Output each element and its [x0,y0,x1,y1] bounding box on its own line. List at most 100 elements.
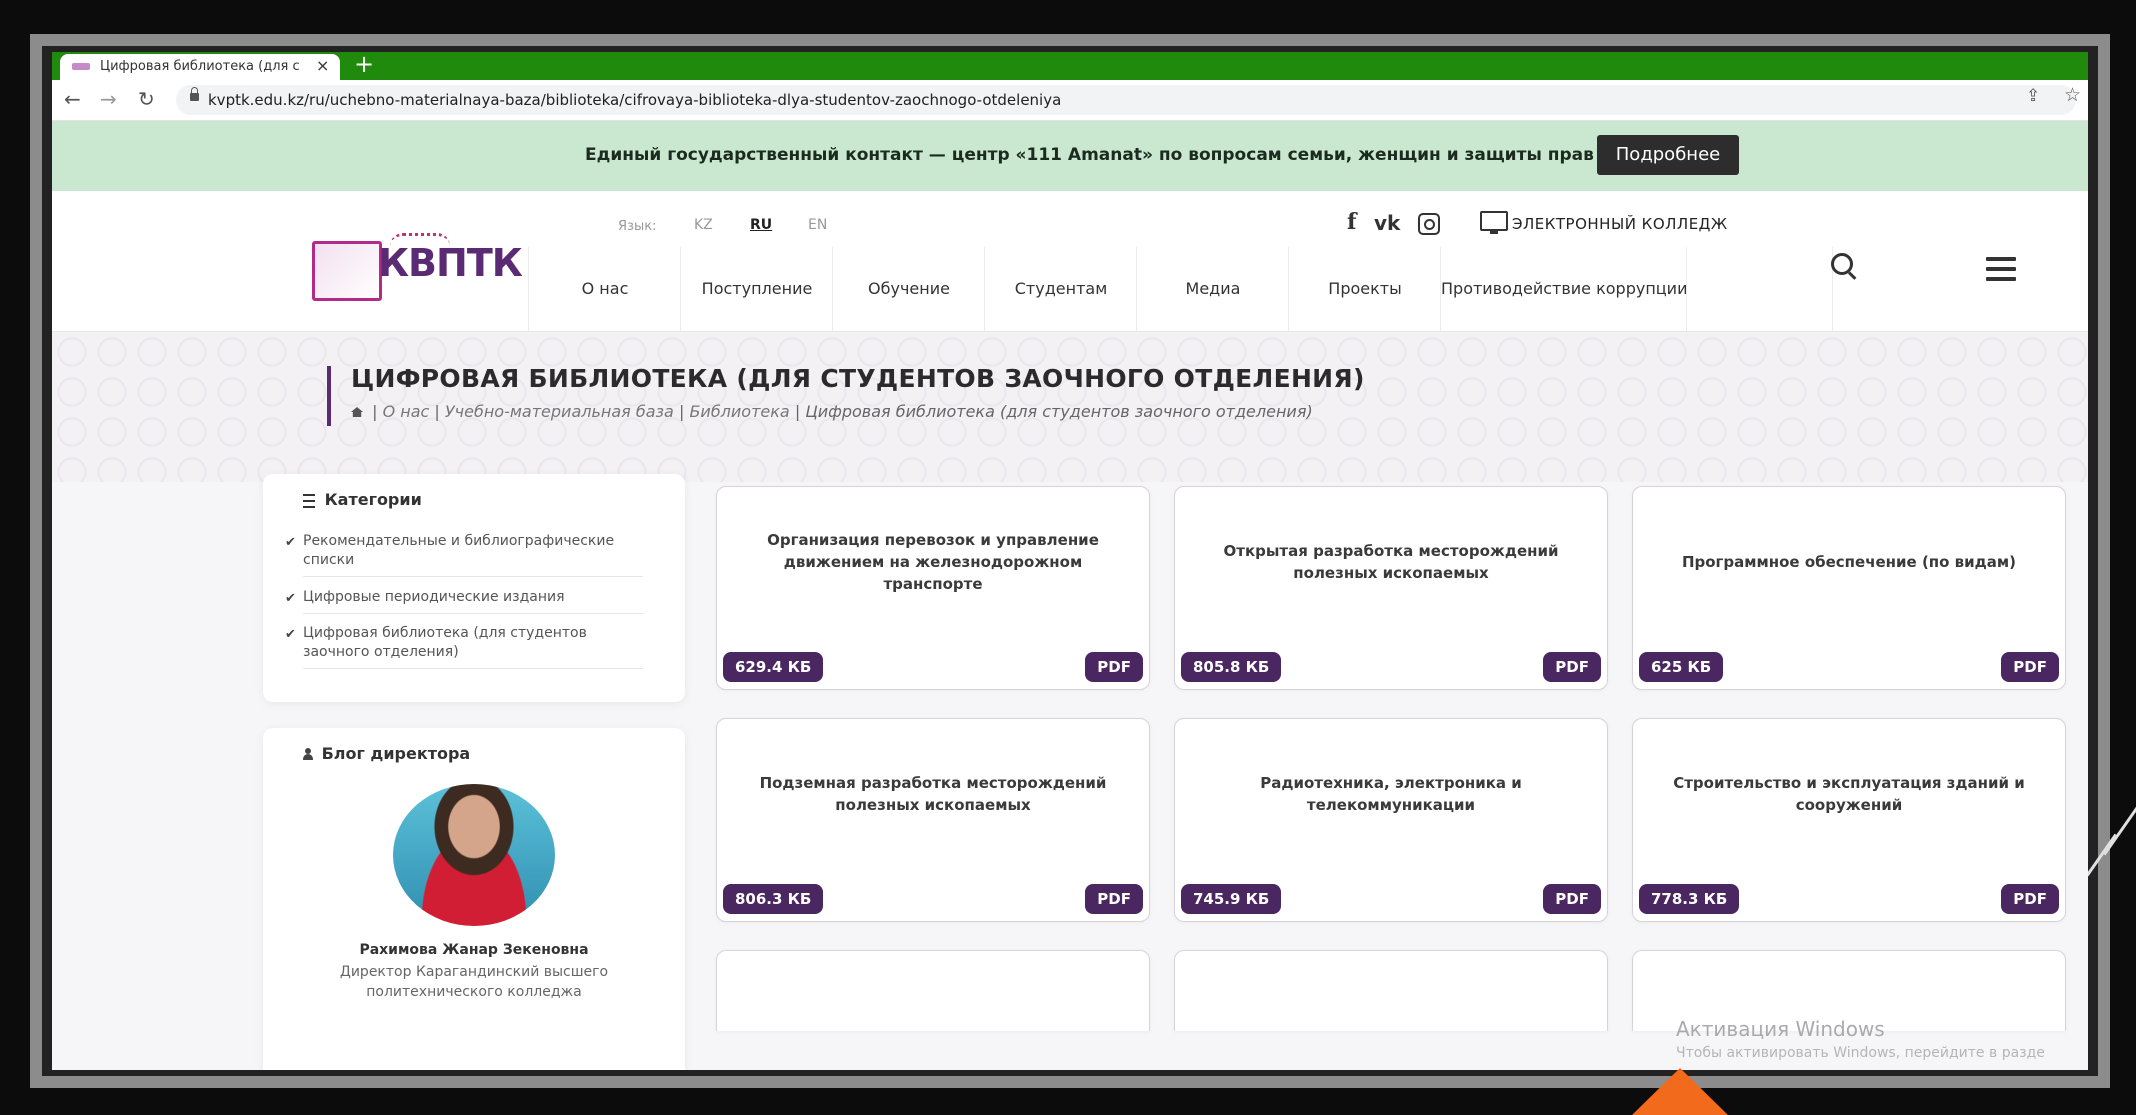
file-size-badge: 745.9 КБ [1181,884,1282,914]
nav-anticorruption[interactable]: Противодействие коррупции [1440,247,1687,331]
category-item[interactable]: ✔ Цифровая библиотека (для студентов зао… [285,624,643,669]
file-size-badge: 805.8 КБ [1181,652,1282,682]
pdf-badge: PDF [1543,652,1601,682]
instagram-icon[interactable] [1418,213,1440,235]
pdf-badge: PDF [1543,884,1601,914]
orange-arrow-icon [1632,1068,1728,1115]
file-title: Открытая разработка месторождений полезн… [1223,542,1559,582]
favicon-icon [72,63,90,70]
vk-icon[interactable]: vk [1374,211,1400,235]
category-item[interactable]: ✔ Рекомендательные и библиографические с… [285,532,643,577]
categories-title: Категории [303,490,422,509]
file-size-badge: 806.3 КБ [723,884,824,914]
windows-activation-title: Активация Windows [1676,1017,1885,1041]
breadcrumb-sep: | [678,402,685,421]
lock-icon [190,87,199,101]
category-label: Рекомендательные и библиографические спи… [303,533,615,568]
file-card[interactable] [1174,950,1608,1031]
bookmark-star-icon[interactable]: ☆ [2064,84,2081,106]
file-title: Организация перевозок и управление движе… [767,531,1099,593]
url-text: kvptk.edu.kz/ru/uchebno-materialnaya-baz… [208,91,1062,109]
monitor-icon [1480,211,1508,234]
forward-icon[interactable]: → [100,87,117,111]
close-icon[interactable]: × [316,56,329,75]
site-header: КВПТК Язык: KZ RU EN f vk ЭЛЕКТРОННЫЙ КО… [52,191,2088,332]
file-card[interactable]: Организация перевозок и управление движе… [716,486,1150,690]
file-title: Радиотехника, электроника и телекоммуник… [1260,774,1522,814]
facebook-icon[interactable]: f [1347,209,1356,235]
nav-students[interactable]: Студентам [984,247,1137,331]
category-label: Цифровая библиотека (для студентов заочн… [303,625,587,660]
notice-banner: Единый государственный контакт — центр «… [52,121,2088,191]
browser-window: Цифровая библиотека (для сту × + ← → ↻ k… [52,52,2088,1070]
browser-tab[interactable]: Цифровая библиотека (для сту × [60,54,340,80]
share-icon[interactable]: ⇪ [2026,86,2040,106]
file-size-badge: 778.3 КБ [1639,884,1740,914]
nav-admission[interactable]: Поступление [680,247,833,331]
blog-title: Блог директора [303,744,470,763]
nav-media[interactable]: Медиа [1136,247,1289,331]
file-title: Подземная разработка месторождений полез… [759,774,1107,814]
check-icon: ✔ [285,591,296,606]
lang-kz[interactable]: KZ [694,217,713,233]
blog-title-text: Блог директора [321,744,471,763]
language-label: Язык: [618,219,657,234]
search-icon[interactable] [1831,253,1853,275]
categories-panel: Категории ✔ Рекомендательные и библиогра… [263,474,685,702]
address-bar: ← → ↻ kvptk.edu.kz/ru/uchebno-materialna… [52,80,2088,121]
breadcrumb: | О нас | Учебно-материальная база | Биб… [351,402,1313,421]
lang-en[interactable]: EN [808,217,827,233]
file-card[interactable]: Подземная разработка месторождений полез… [716,718,1150,922]
more-button[interactable]: Подробнее [1597,135,1739,175]
reload-icon[interactable]: ↻ [138,87,155,111]
hamburger-menu-icon[interactable] [1986,257,2016,287]
pdf-badge: PDF [1085,652,1143,682]
nav-projects[interactable]: Проекты [1288,247,1441,331]
nav-about[interactable]: О нас [528,247,681,331]
tab-strip: Цифровая библиотека (для сту × + [52,52,2088,80]
breadcrumb-sep: | [434,402,440,421]
director-name: Рахимова Жанар Зекеновна [359,942,589,958]
tab-title: Цифровая библиотека (для сту [100,59,300,74]
header-separator [1686,247,1687,331]
file-card[interactable]: Программное обеспечение (по видам) 625 К… [1632,486,2066,690]
new-tab-button[interactable]: + [354,52,374,78]
check-icon: ✔ [285,627,296,642]
pdf-badge: PDF [1085,884,1143,914]
director-avatar[interactable] [393,784,555,926]
back-icon[interactable]: ← [64,87,81,111]
user-icon [303,748,313,760]
breadcrumb-current: Цифровая библиотека (для студентов заочн… [805,402,1313,421]
categories-title-text: Категории [324,490,422,509]
breadcrumb-material-base[interactable]: Учебно-материальная база [445,402,674,421]
file-card[interactable]: Открытая разработка месторождений полезн… [1174,486,1608,690]
page-title: ЦИФРОВАЯ БИБЛИОТЕКА (ДЛЯ СТУДЕНТОВ ЗАОЧН… [351,364,1365,393]
file-card[interactable] [716,950,1150,1031]
notice-text: Единый государственный контакт — центр «… [585,145,1659,165]
breadcrumb-library[interactable]: Библиотека [689,402,789,421]
list-icon [303,493,315,508]
home-icon[interactable] [351,407,363,417]
lang-ru[interactable]: RU [750,217,772,233]
main-content: ЦИФРОВАЯ БИБЛИОТЕКА (ДЛЯ СТУДЕНТОВ ЗАОЧН… [52,332,2088,1070]
category-label: Цифровые периодические издания [303,589,565,605]
logo-emblem-icon [312,241,382,301]
e-college-link[interactable]: ЭЛЕКТРОННЫЙ КОЛЛЕДЖ [1512,215,1728,233]
windows-activation-subtitle: Чтобы активировать Windows, перейдите в … [1676,1045,2045,1061]
file-size-badge: 625 КБ [1639,652,1724,682]
pdf-badge: PDF [2001,884,2059,914]
nav-education[interactable]: Обучение [832,247,985,331]
url-field[interactable]: kvptk.edu.kz/ru/uchebno-materialnaya-baz… [176,85,2076,115]
pdf-badge: PDF [2001,652,2059,682]
breadcrumb-about[interactable]: О нас [383,402,430,421]
title-accent-bar [327,366,331,426]
breadcrumb-sep: | [794,402,801,421]
file-card[interactable]: Радиотехника, электроника и телекоммуник… [1174,718,1608,922]
file-card[interactable]: Строительство и эксплуатация зданий и со… [1632,718,2066,922]
category-item[interactable]: ✔ Цифровые периодические издания [285,588,643,614]
file-size-badge: 629.4 КБ [723,652,824,682]
site-logo[interactable]: КВПТК [310,231,523,307]
check-icon: ✔ [285,535,296,550]
director-role: Директор Карагандинский высшего политехн… [339,964,609,1000]
file-title: Программное обеспечение (по видам) [1681,553,2017,571]
